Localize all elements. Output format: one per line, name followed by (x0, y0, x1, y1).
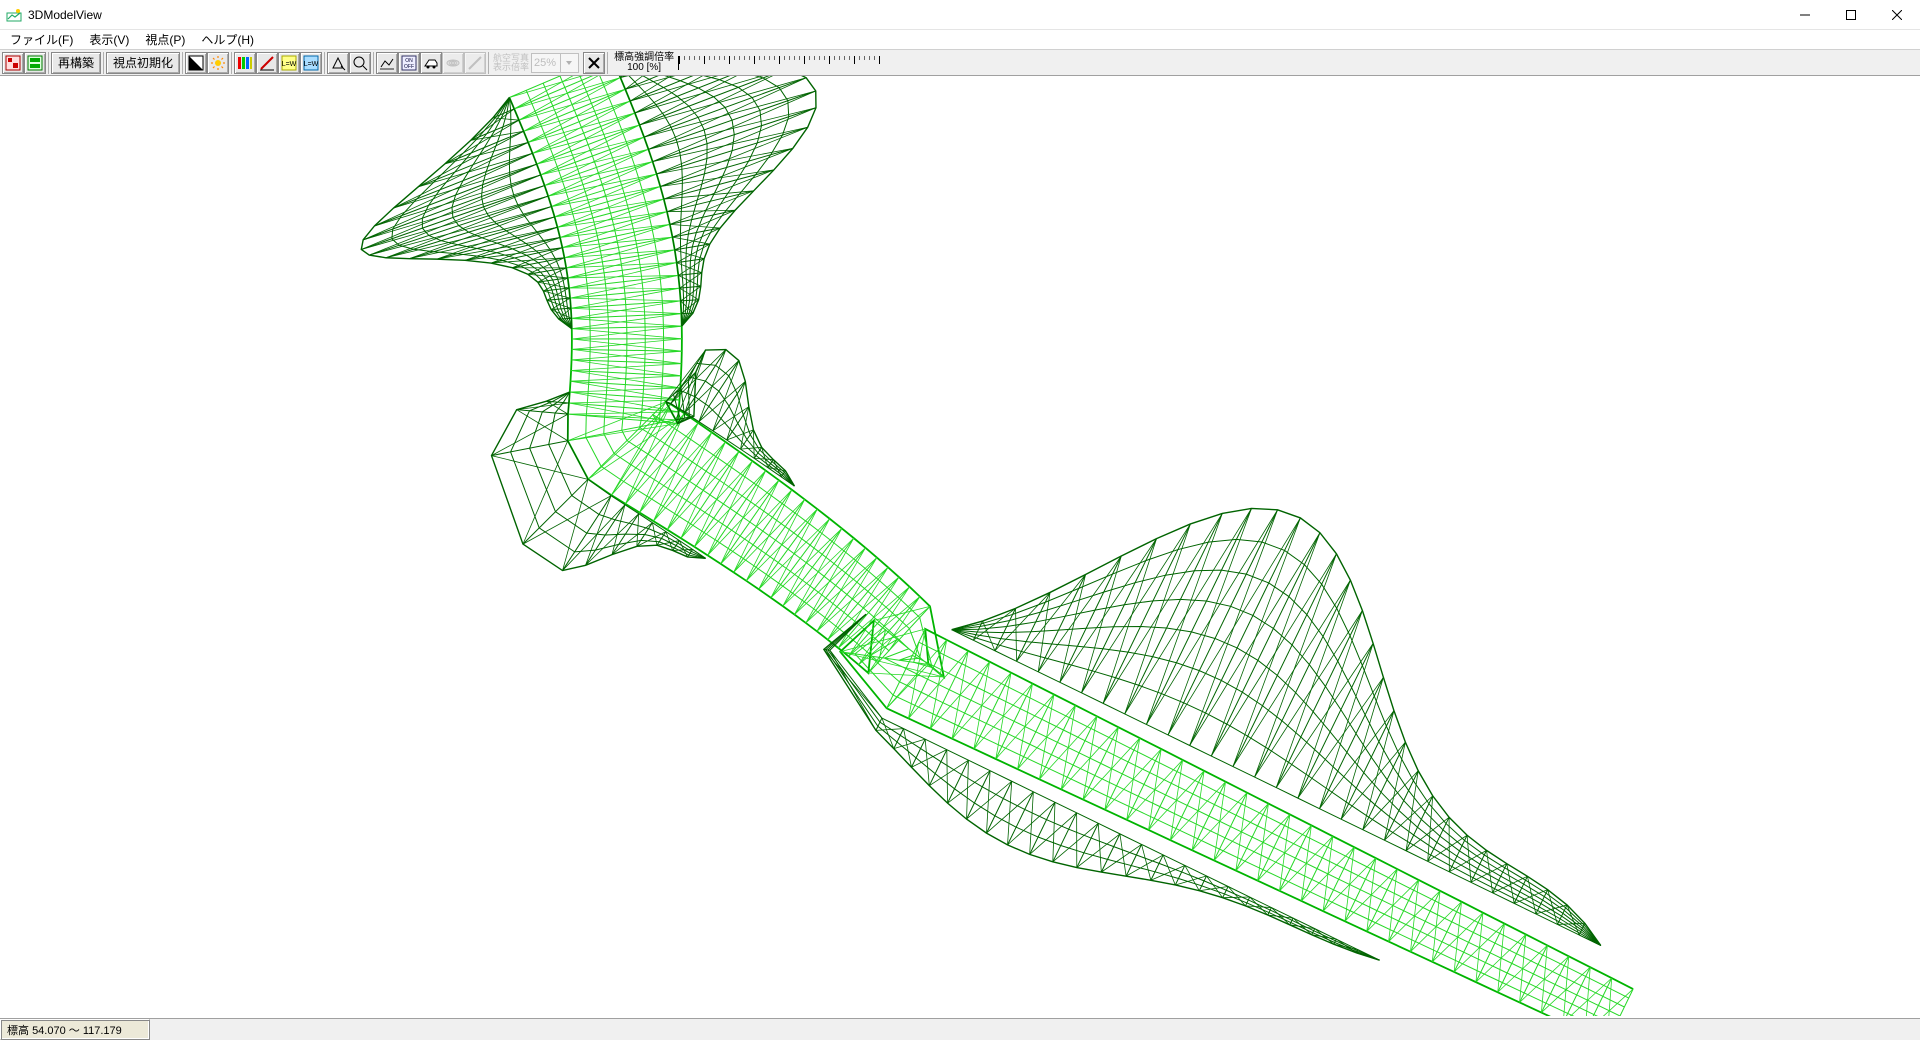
elevation-scale-group: 標高強調倍率 100 [%] (610, 53, 678, 73)
tool-lw-blue-icon[interactable]: L=W (300, 52, 322, 74)
elevation-scale-ruler[interactable] (678, 56, 878, 70)
aerial-percent-value: 25% (534, 57, 556, 69)
menu-bar: ファイル(F) 表示(V) 視点(P) ヘルプ(H) (0, 30, 1920, 50)
toolbar-separator (182, 52, 183, 74)
menu-file[interactable]: ファイル(F) (2, 29, 81, 50)
tool-section-icon[interactable] (376, 52, 398, 74)
tool-lw-yellow-icon[interactable]: L=W (278, 52, 300, 74)
tool-sun-icon[interactable] (207, 52, 229, 74)
aerial-percent-select[interactable]: 25% (531, 53, 579, 73)
tool-color-bars-icon[interactable] (234, 52, 256, 74)
tool-contrast-icon[interactable] (185, 52, 207, 74)
status-elev-range: 54.070 ～ 117.179 (32, 1022, 122, 1038)
tool-triangle-cursor-icon[interactable] (327, 52, 349, 74)
aerial-label-2: 表示倍率 (493, 63, 529, 72)
elev-scale-label: 標高強調倍率 (614, 53, 674, 63)
rebuild-button[interactable]: 再構築 (51, 52, 101, 74)
tool-circle-cursor-icon[interactable] (349, 52, 371, 74)
toolbar-separator (48, 52, 49, 74)
toolbar-separator (607, 52, 608, 74)
status-elevation: 標高 54.070 ～ 117.179 (0, 1019, 150, 1040)
wireframe-model (0, 76, 1920, 1016)
tool-diagonal-icon[interactable] (464, 52, 486, 74)
viewpoint-init-button[interactable]: 視点初期化 (106, 52, 180, 74)
tool-contour-icon[interactable] (442, 52, 464, 74)
aerial-photo-label: 航空写真 表示倍率 (491, 54, 531, 72)
toolbar: 再構築 視点初期化 L=W L=W ONOFF 航空写真 (0, 50, 1920, 76)
close-button[interactable] (1874, 0, 1920, 30)
toolbar-separator (231, 52, 232, 74)
svg-text:OFF: OFF (404, 64, 414, 70)
title-bar: 3DModelView (0, 0, 1920, 30)
svg-text:L=W: L=W (282, 61, 297, 68)
tool-close-x-icon[interactable] (583, 52, 605, 74)
status-elev-label: 標高 (7, 1022, 29, 1038)
window-title: 3DModelView (28, 8, 102, 22)
tool-onoff-icon[interactable]: ONOFF (398, 52, 420, 74)
menu-help[interactable]: ヘルプ(H) (193, 29, 262, 50)
toolbar-separator (324, 52, 325, 74)
toolbar-separator (103, 52, 104, 74)
menu-view[interactable]: 表示(V) (81, 29, 137, 50)
elev-scale-value: 100 [%] (614, 63, 674, 73)
svg-text:L=W: L=W (304, 61, 319, 68)
status-bar: 標高 54.070 ～ 117.179 (0, 1018, 1920, 1040)
tool-car-icon[interactable] (420, 52, 442, 74)
window-controls (1782, 0, 1920, 30)
minimize-button[interactable] (1782, 0, 1828, 30)
viewport-3d[interactable] (0, 76, 1920, 1018)
tool-green-screen-icon[interactable] (24, 52, 46, 74)
tool-slope-red-icon[interactable] (256, 52, 278, 74)
menu-viewpoint[interactable]: 視点(P) (137, 29, 193, 50)
toolbar-separator (488, 52, 489, 74)
tool-red-screen-icon[interactable] (2, 52, 24, 74)
toolbar-separator (373, 52, 374, 74)
chevron-down-icon (560, 54, 576, 72)
app-icon (6, 7, 22, 23)
maximize-button[interactable] (1828, 0, 1874, 30)
